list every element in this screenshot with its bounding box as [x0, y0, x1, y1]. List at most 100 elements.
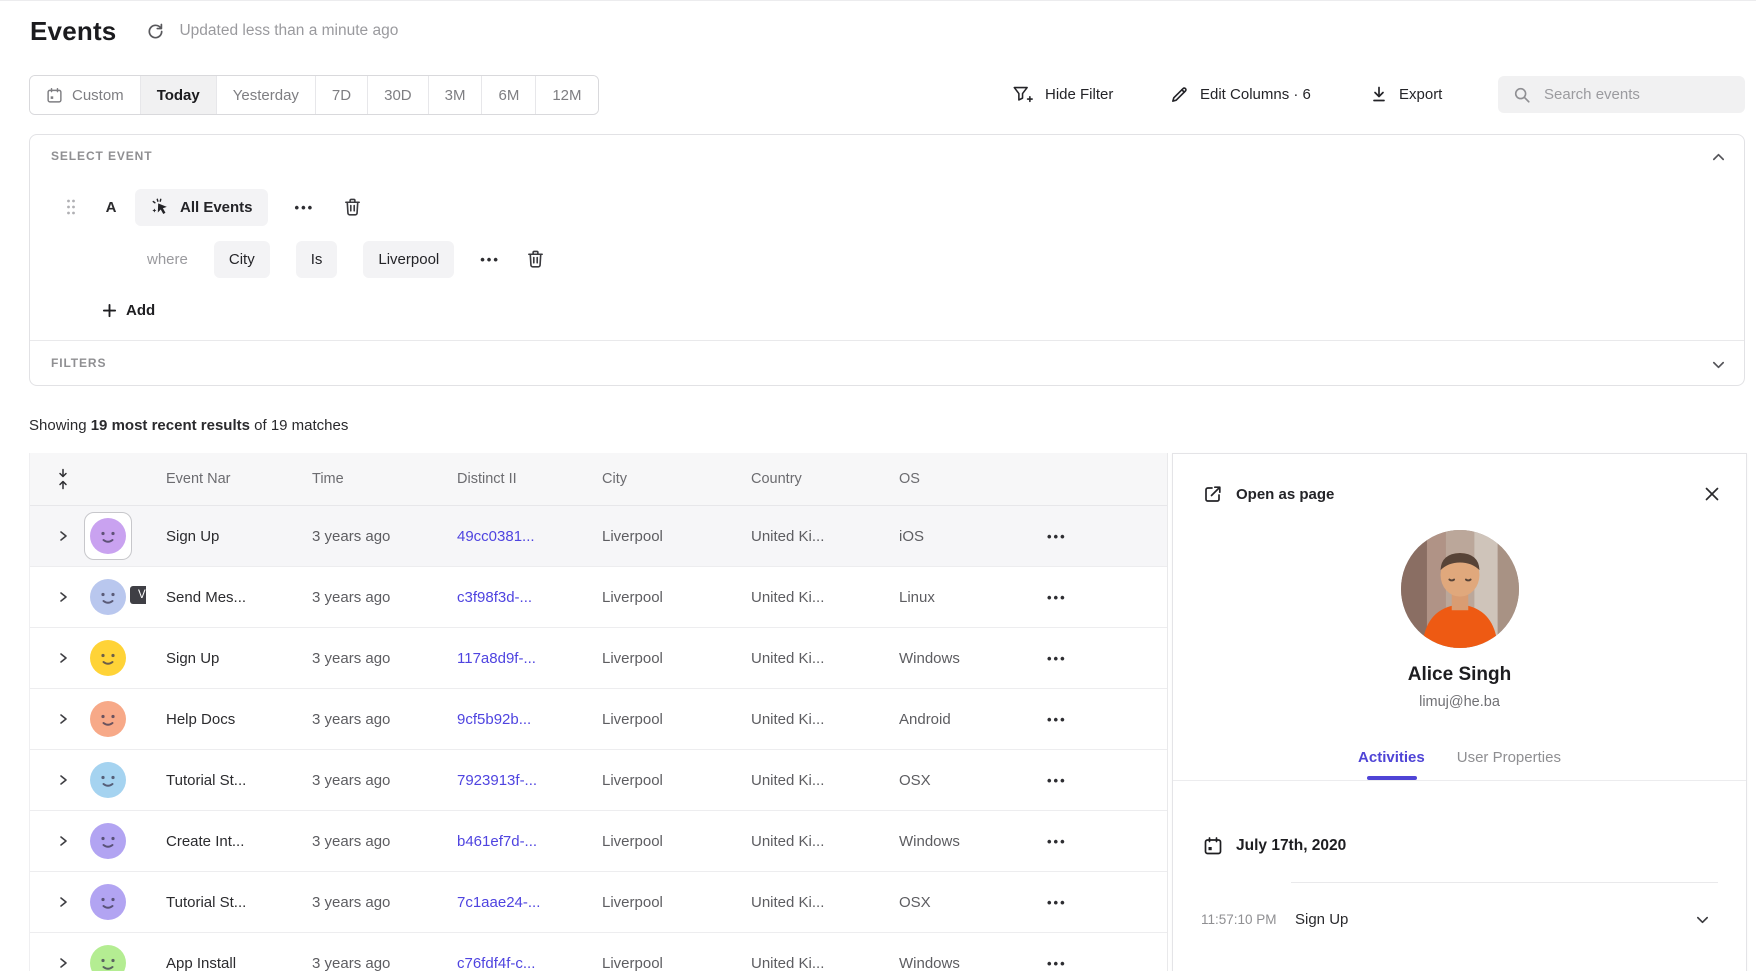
table-row[interactable]: Tutorial St... 3 years ago 7c1aae24-... … [30, 872, 1167, 933]
distinct-id-link[interactable]: c3f98f3d-... [437, 589, 582, 606]
distinct-id-link[interactable]: 49cc0381... [437, 528, 582, 545]
close-icon[interactable] [1704, 486, 1720, 502]
distinct-id-link[interactable]: 7923913f-... [437, 772, 582, 789]
chevron-right-icon[interactable] [56, 895, 70, 909]
trash-icon[interactable] [526, 249, 545, 269]
row-more-button[interactable]: ••• [1047, 712, 1067, 727]
distinct-id-link[interactable]: 9cf5b92b... [437, 711, 582, 728]
date-range-tab-12m[interactable]: 12M [535, 76, 597, 114]
distinct-id-link[interactable]: 117a8d9f-... [437, 650, 582, 667]
avatar-frame [90, 823, 126, 859]
row-more-button[interactable]: ••• [1047, 590, 1067, 605]
os-cell: Windows [879, 650, 989, 667]
row-more-button[interactable]: ••• [1047, 956, 1067, 971]
date-range-tab-3m[interactable]: 3M [428, 76, 482, 114]
col-country[interactable]: Country [731, 471, 879, 487]
country-cell: United Ki... [731, 833, 879, 850]
activity-time: 11:57:10 PM [1173, 912, 1295, 927]
search-box[interactable] [1498, 76, 1745, 113]
table-row[interactable]: Tutorial St... 3 years ago 7923913f-... … [30, 750, 1167, 811]
distinct-id-link[interactable]: c76fdf4f-c... [437, 955, 582, 971]
add-event-button[interactable]: Add [102, 288, 155, 332]
avatar-frame [90, 762, 126, 798]
chevron-right-icon[interactable] [56, 651, 70, 665]
table-row[interactable]: Help Docs 3 years ago 9cf5b92b... Liverp… [30, 689, 1167, 750]
table-row[interactable]: View Profile Send Mes... 3 years ago c3f… [30, 567, 1167, 628]
date-range-tab-custom[interactable]: Custom [30, 76, 140, 114]
collapse-rows-icon[interactable] [56, 468, 70, 490]
avatar-face-icon [90, 640, 126, 676]
chevron-down-icon[interactable] [1711, 357, 1726, 372]
distinct-id-link[interactable]: 7c1aae24-... [437, 894, 582, 911]
card-divider [30, 340, 1744, 341]
user-avatar[interactable] [90, 701, 126, 737]
chevron-right-icon[interactable] [56, 956, 70, 970]
col-city[interactable]: City [582, 471, 731, 487]
search-icon [1513, 86, 1531, 104]
hide-filter-button[interactable]: Hide Filter [1012, 75, 1113, 113]
user-avatar[interactable] [90, 945, 126, 971]
os-cell: Android [879, 711, 989, 728]
table-row[interactable]: Sign Up 3 years ago 49cc0381... Liverpoo… [30, 506, 1167, 567]
chevron-right-icon[interactable] [56, 529, 70, 543]
col-distinct-id[interactable]: Distinct II [437, 471, 582, 487]
refresh-icon[interactable] [146, 22, 165, 41]
user-avatar[interactable] [90, 640, 126, 676]
export-button[interactable]: Export [1370, 75, 1442, 113]
tab-user-properties[interactable]: User Properties [1457, 749, 1561, 780]
event-more-button[interactable]: ••• [295, 200, 315, 215]
chevron-right-icon[interactable] [56, 712, 70, 726]
row-more-button[interactable]: ••• [1047, 651, 1067, 666]
chevron-right-icon[interactable] [56, 834, 70, 848]
chevron-right-icon[interactable] [56, 590, 70, 604]
drag-handle-icon[interactable] [65, 198, 77, 216]
filter-property-pill[interactable]: City [214, 241, 270, 278]
filter-operator-pill[interactable]: Is [296, 241, 338, 278]
col-event-name[interactable]: Event Nar [146, 471, 292, 487]
city-cell: Liverpool [582, 589, 731, 606]
panel-header: Open as page [1173, 454, 1746, 534]
row-more-button[interactable]: ••• [1047, 773, 1067, 788]
user-avatar[interactable] [90, 762, 126, 798]
chevron-up-icon[interactable] [1711, 150, 1726, 165]
event-selector-pill[interactable]: All Events [135, 189, 268, 226]
event-series-letter: A [103, 199, 119, 216]
expand-cell [30, 834, 82, 848]
date-range-tab-6m[interactable]: 6M [481, 76, 535, 114]
filter-value-pill[interactable]: Liverpool [363, 241, 454, 278]
trash-icon[interactable] [343, 197, 362, 217]
edit-columns-label: Edit Columns · 6 [1200, 86, 1311, 103]
row-more-button[interactable]: ••• [1047, 895, 1067, 910]
open-as-page-button[interactable]: Open as page [1203, 484, 1334, 504]
col-time[interactable]: Time [292, 471, 437, 487]
filter-more-button[interactable]: ••• [480, 252, 500, 267]
col-os[interactable]: OS [879, 471, 989, 487]
table-row[interactable]: Create Int... 3 years ago b461ef7d-... L… [30, 811, 1167, 872]
profile-email: limuj@he.ba [1173, 694, 1746, 710]
table-row[interactable]: Sign Up 3 years ago 117a8d9f-... Liverpo… [30, 628, 1167, 689]
user-avatar[interactable] [90, 884, 126, 920]
avatar-face-icon [90, 823, 126, 859]
row-more-button[interactable]: ••• [1047, 834, 1067, 849]
date-range-tab-30d[interactable]: 30D [367, 76, 428, 114]
activity-row[interactable]: 11:57:10 PM Sign Up [1173, 902, 1746, 936]
row-more-button[interactable]: ••• [1047, 529, 1067, 544]
date-range-tab-7d[interactable]: 7D [315, 76, 367, 114]
user-avatar[interactable] [90, 823, 126, 859]
filters-label: FILTERS [51, 356, 106, 370]
avatar-cell [82, 762, 146, 798]
distinct-id-link[interactable]: b461ef7d-... [437, 833, 582, 850]
time-cell: 3 years ago [292, 833, 437, 850]
chevron-down-icon[interactable] [1695, 912, 1710, 927]
chevron-right-icon[interactable] [56, 773, 70, 787]
date-range-tab-today[interactable]: Today [140, 76, 216, 114]
avatar-frame [84, 512, 132, 560]
search-input[interactable] [1542, 85, 1726, 104]
table-row[interactable]: App Install 3 years ago c76fdf4f-c... Li… [30, 933, 1167, 971]
date-range-tab-yesterday[interactable]: Yesterday [216, 76, 315, 114]
user-avatar[interactable] [90, 579, 126, 615]
view-profile-tooltip: View Profile [130, 586, 146, 604]
user-avatar[interactable] [90, 518, 126, 554]
edit-columns-button[interactable]: Edit Columns · 6 [1170, 75, 1311, 113]
events-page: Events Updated less than a minute ago Cu… [0, 0, 1756, 971]
